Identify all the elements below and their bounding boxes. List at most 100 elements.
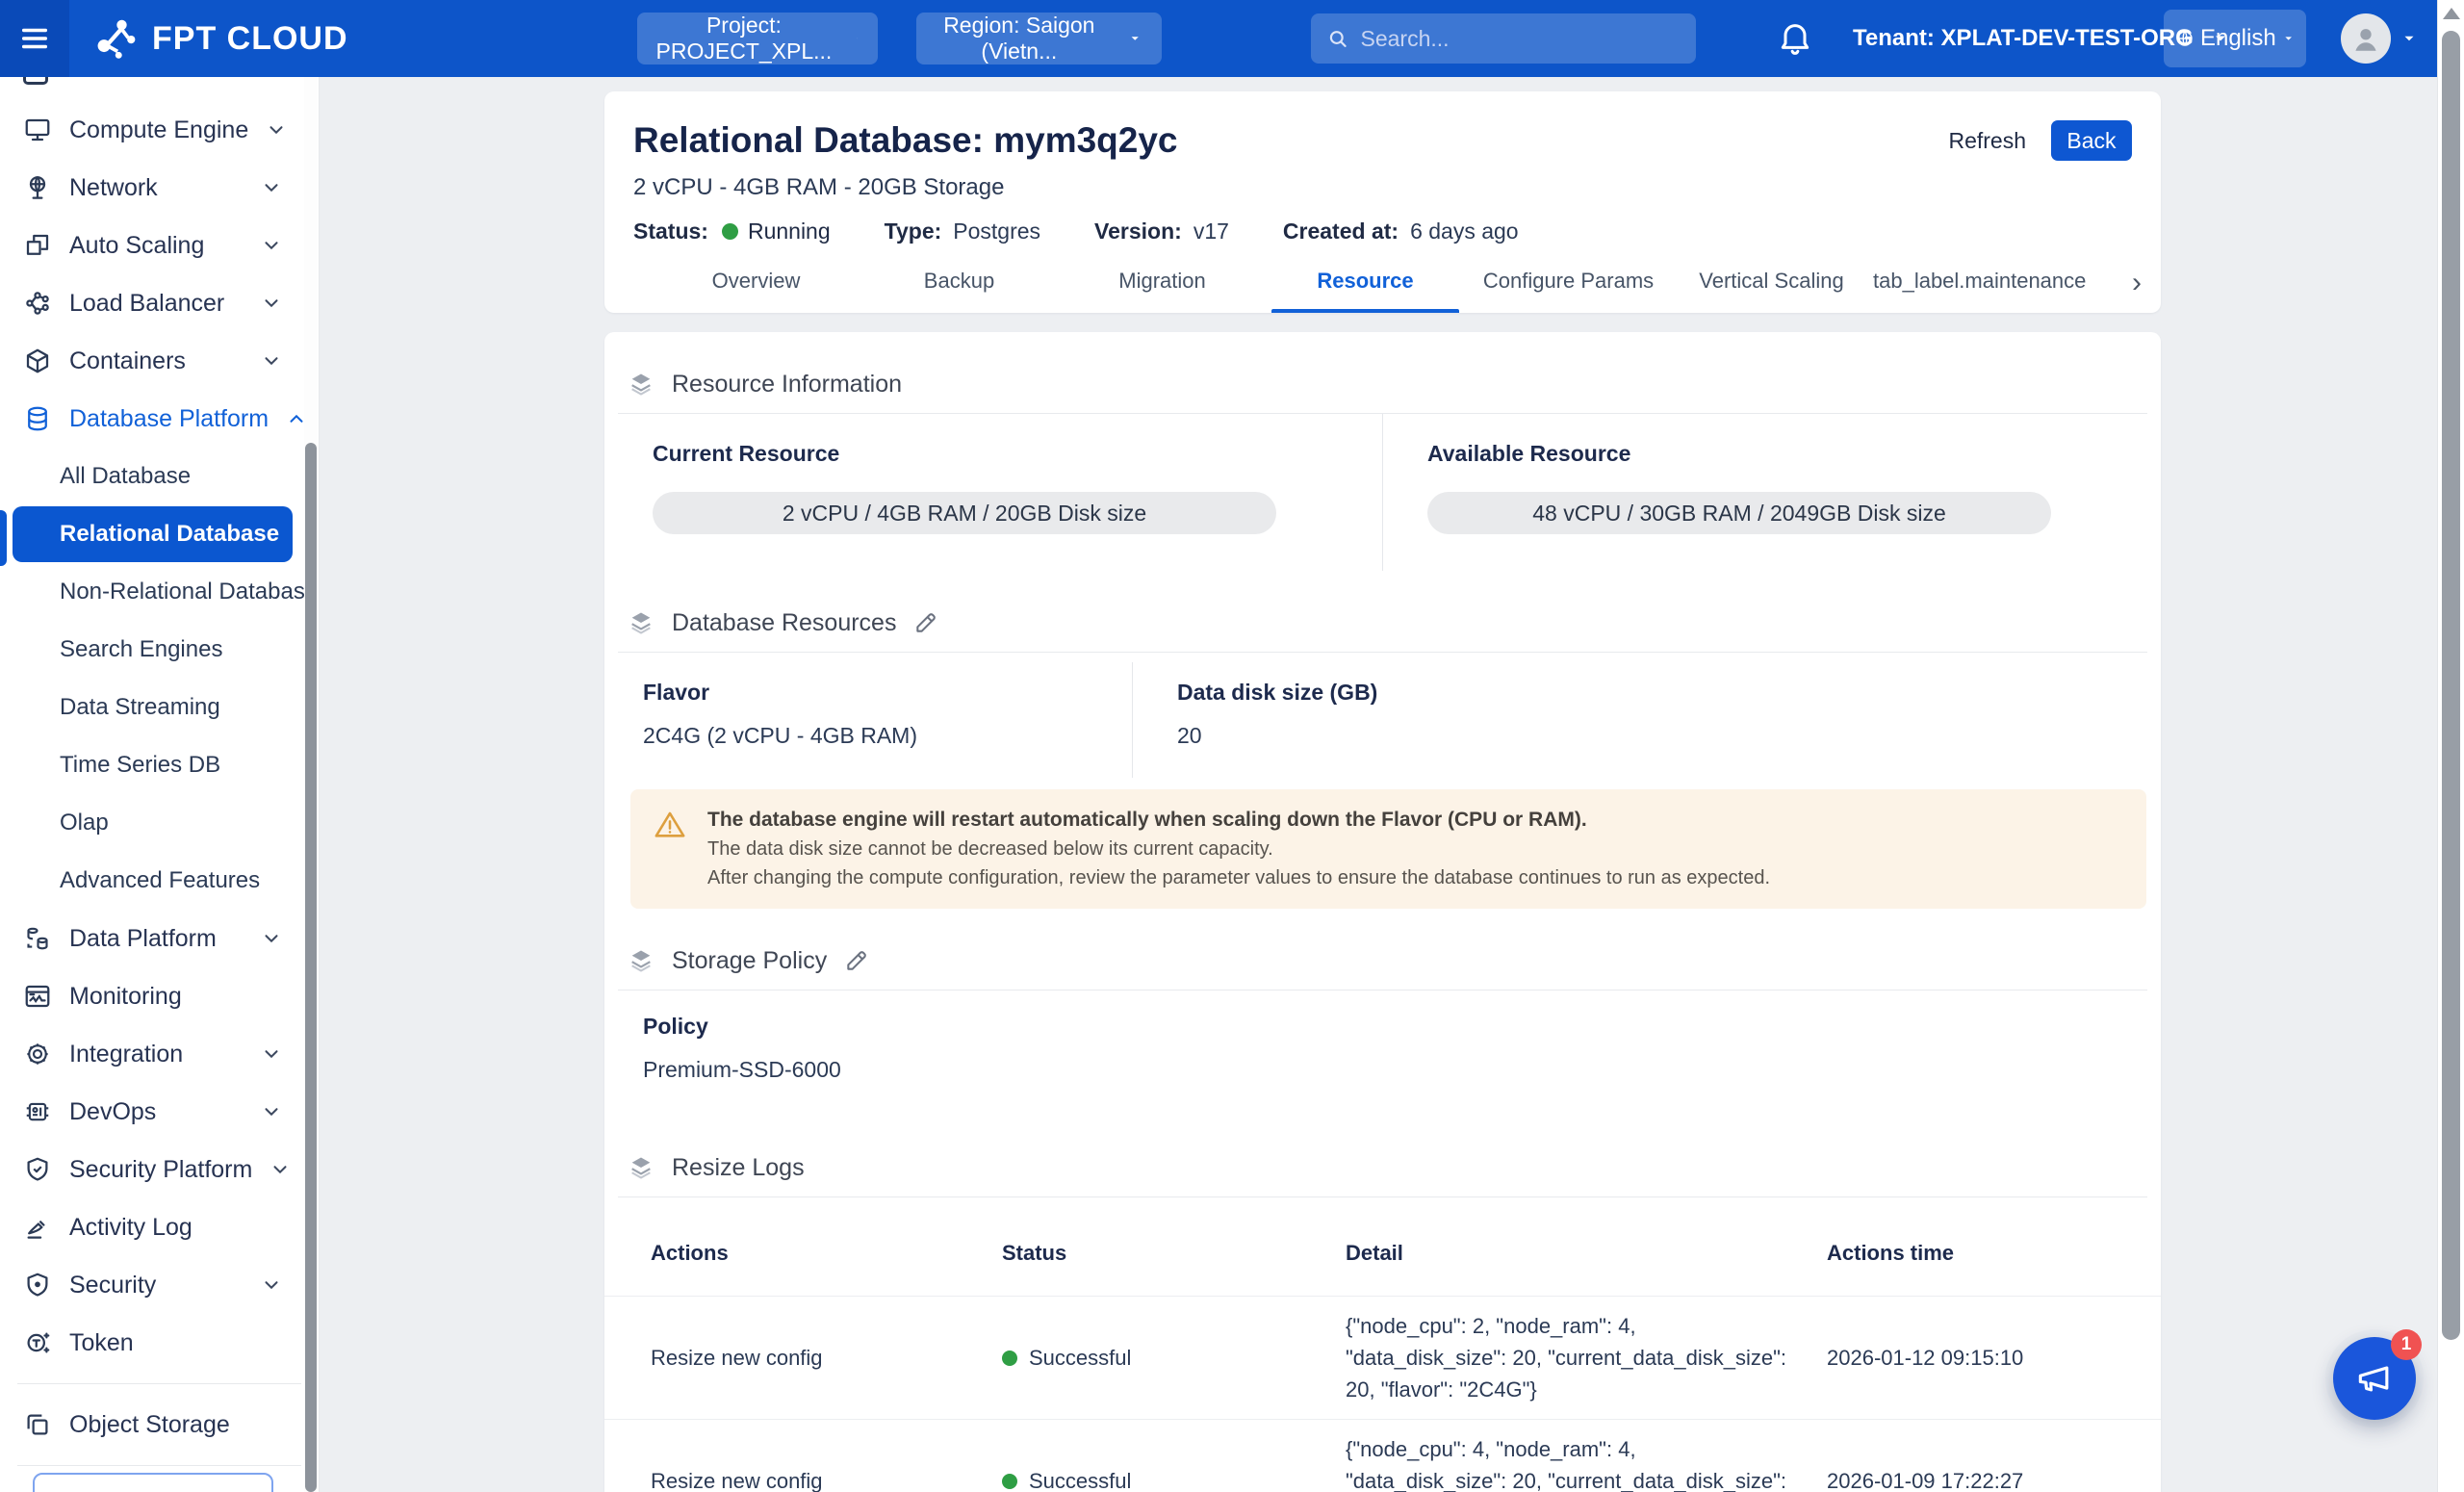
sidebar-item-devops[interactable]: DevOps: [0, 1083, 319, 1141]
sidebar-item-auto-scaling[interactable]: Auto Scaling: [0, 217, 319, 274]
tab-overview[interactable]: Overview: [654, 249, 858, 313]
chevron-down-icon: [261, 1101, 282, 1122]
sidebar-scrollbar[interactable]: [304, 77, 318, 1492]
sidebar-item-label: DevOps: [69, 1098, 244, 1126]
logo-molecule-icon: [90, 13, 141, 64]
sidebar-item-label: Data Platform: [69, 925, 244, 953]
sidebar-subitem-advanced-features[interactable]: Advanced Features: [0, 852, 319, 910]
sidebar-item-label: Load Balancer: [69, 290, 244, 318]
sidebar-subitem-relational-database[interactable]: Relational Database: [0, 505, 319, 563]
search-input[interactable]: [1361, 26, 1681, 52]
tab-resource[interactable]: Resource: [1264, 249, 1467, 313]
chevron-down-icon: [266, 119, 287, 141]
sidebar-item-security[interactable]: Security: [0, 1256, 319, 1314]
edit-pencil-icon[interactable]: [913, 610, 938, 635]
warning-line-3: After changing the compute configuration…: [707, 867, 1770, 889]
flavor-block: Flavor 2C4G (2 vCPU - 4GB RAM): [604, 662, 1132, 778]
sidebar-item-load-balancer[interactable]: Load Balancer: [0, 274, 319, 332]
sidebar-item-token[interactable]: Token: [0, 1314, 319, 1372]
person-icon: [2349, 22, 2382, 55]
scrollbar-up-arrow[interactable]: [2443, 8, 2460, 19]
data-stack-icon: [23, 924, 52, 953]
chevron-down-icon: [261, 293, 282, 314]
layers-icon: [628, 947, 654, 974]
language-selector[interactable]: English: [2164, 10, 2306, 67]
tenant-selector-value: Tenant: XPLAT-DEV-TEST-ORG: [1853, 25, 2194, 52]
row-time: 2026-01-09 17:22:27: [1827, 1455, 2115, 1492]
sidebar-collapse-button[interactable]: [33, 1473, 273, 1492]
page-scrollbar-thumb[interactable]: [2442, 31, 2460, 1340]
sidebar-subitem-olap[interactable]: Olap: [0, 794, 319, 852]
sidebar-item-activity-log[interactable]: Activity Log: [0, 1198, 319, 1256]
sidebar-item-monitoring[interactable]: Monitoring: [0, 967, 319, 1025]
sidebar-item-data-platform[interactable]: Data Platform: [0, 910, 319, 967]
region-selector[interactable]: Region: Saigon (Vietn...: [916, 13, 1162, 64]
status-text: Successful: [1029, 1346, 1131, 1371]
notifications-button[interactable]: [1776, 17, 1814, 60]
chevron-down-icon: [2400, 30, 2418, 47]
data-disk-size-label: Data disk size (GB): [1177, 680, 1998, 706]
sidebar-item-database-platform[interactable]: Database Platform: [0, 390, 319, 448]
fpt-cloud-logo[interactable]: FPT CLOUD: [90, 13, 348, 64]
shield-check-icon: [23, 1155, 52, 1184]
sidebar-scrollbar-thumb[interactable]: [305, 443, 317, 1492]
sidebar-item-label: Containers: [69, 347, 244, 375]
row-status: Successful: [1002, 1332, 1346, 1384]
bell-icon: [1776, 17, 1814, 60]
sidebar-item-security-platform[interactable]: Security Platform: [0, 1141, 319, 1198]
sidebar-subitem-label: All Database: [60, 463, 191, 490]
sidebar-subitem-label: Search Engines: [60, 636, 222, 663]
sidebar-item-integration[interactable]: Integration: [0, 1025, 319, 1083]
flavor-value: 2C4G (2 vCPU - 4GB RAM): [643, 723, 1132, 749]
tab-vertical-scaling[interactable]: Vertical Scaling: [1670, 249, 1873, 313]
chip-icon: [23, 1097, 52, 1126]
section-title: Resize Logs: [672, 1154, 805, 1182]
globe-icon: [2175, 24, 2194, 53]
sidebar-subitem-non-relational-database[interactable]: Non-Relational Database: [0, 563, 319, 621]
tab-maintenance[interactable]: tab_label.maintenance: [1873, 249, 2076, 313]
cut-off-menu-icon: [23, 77, 48, 85]
table-row: Resize new config Successful {"node_cpu"…: [604, 1296, 2161, 1419]
chevron-down-icon: [2282, 29, 2295, 48]
row-action: Resize new config: [651, 1455, 1002, 1492]
sidebar-subitem-search-engines[interactable]: Search Engines: [0, 621, 319, 679]
section-title: Resource Information: [672, 371, 902, 399]
sidebar-subitem-label: Olap: [60, 810, 109, 836]
success-dot: [1002, 1351, 1017, 1366]
chevron-down-icon: [261, 350, 282, 372]
sidebar-item-network[interactable]: Network: [0, 159, 319, 217]
section-divider: [618, 652, 2147, 653]
announcements-fab[interactable]: 1: [2333, 1337, 2416, 1420]
refresh-button[interactable]: Refresh: [1948, 128, 2026, 154]
edit-pencil-icon[interactable]: [844, 948, 869, 973]
sidebar-subitem-time-series-db[interactable]: Time Series DB: [0, 736, 319, 794]
sidebar-item-label: Database Platform: [69, 405, 269, 433]
policy-block: Policy Premium-SSD-6000: [604, 990, 2161, 1116]
sidebar-item-containers[interactable]: Containers: [0, 332, 319, 390]
chevron-down-icon: [261, 235, 282, 256]
detail-header-card: Relational Database: mym3q2yc Refresh Ba…: [604, 91, 2161, 313]
chevron-down-icon: [261, 177, 282, 198]
tab-configure-params[interactable]: Configure Params: [1467, 249, 1670, 313]
sidebar-subitem-label: Time Series DB: [60, 752, 220, 779]
back-button[interactable]: Back: [2051, 120, 2132, 161]
sidebar-subitem-data-streaming[interactable]: Data Streaming: [0, 679, 319, 736]
project-selector[interactable]: Project: PROJECT_XPL...: [637, 13, 878, 64]
data-disk-size-block: Data disk size (GB) 20: [1132, 662, 1998, 778]
column-header-detail: Detail: [1346, 1241, 1827, 1266]
user-menu[interactable]: [2341, 13, 2418, 64]
sidebar-item-label: Network: [69, 174, 244, 202]
sidebar-subitem-all-database[interactable]: All Database: [0, 448, 319, 505]
row-detail: {"node_cpu": 2, "node_ram": 4, "data_dis…: [1346, 1297, 1827, 1419]
tab-migration[interactable]: Migration: [1061, 249, 1264, 313]
tabs-more-chevron[interactable]: ›: [2132, 267, 2142, 299]
sidebar-item-compute-engine[interactable]: Compute Engine: [0, 101, 319, 159]
tab-backup[interactable]: Backup: [858, 249, 1061, 313]
sidebar-item-object-storage[interactable]: Object Storage: [0, 1396, 319, 1453]
created-label: Created at:: [1283, 219, 1399, 244]
column-header-actions: Actions: [651, 1241, 1002, 1266]
hamburger-menu-button[interactable]: [0, 0, 69, 77]
gear-icon: [23, 1040, 52, 1068]
page-scrollbar[interactable]: [2437, 0, 2464, 1492]
selected-item-edge-indicator: [0, 510, 7, 566]
